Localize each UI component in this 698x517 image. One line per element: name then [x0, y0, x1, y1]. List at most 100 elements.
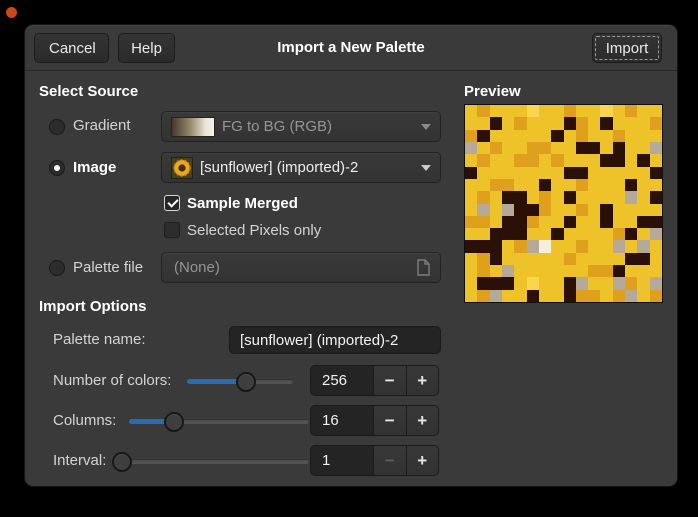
palette-cell: [514, 191, 526, 203]
palette-file-radio[interactable]: [49, 260, 65, 276]
preview-heading: Preview: [464, 82, 521, 102]
interval-plus-button[interactable]: +: [407, 445, 440, 476]
palette-cell: [637, 142, 649, 154]
palette-cell: [613, 142, 625, 154]
interval-slider[interactable]: [114, 459, 309, 464]
palette-cell: [588, 191, 600, 203]
palette-cell: [551, 179, 563, 191]
palette-cell: [588, 216, 600, 228]
palette-cell: [490, 290, 502, 302]
palette-cell: [551, 277, 563, 289]
palette-cell: [477, 191, 489, 203]
palette-cell: [637, 253, 649, 265]
palette-cell: [650, 240, 662, 252]
palette-cell: [600, 204, 612, 216]
palette-cell: [477, 204, 489, 216]
selected-pixels-label[interactable]: Selected Pixels only: [187, 221, 321, 241]
palette-cell: [650, 277, 662, 289]
image-select[interactable]: [sunflower] (imported)-2: [161, 152, 441, 183]
columns-plus-button[interactable]: +: [407, 405, 440, 436]
palette-cell: [490, 154, 502, 166]
gradient-radio[interactable]: [49, 119, 65, 135]
palette-cell: [600, 154, 612, 166]
palette-cell: [502, 142, 514, 154]
palette-cell: [613, 265, 625, 277]
palette-cell: [477, 117, 489, 129]
palette-cell: [637, 290, 649, 302]
columns-minus-button[interactable]: −: [374, 405, 407, 436]
columns-slider[interactable]: [129, 419, 309, 424]
palette-cell: [625, 240, 637, 252]
palette-cell: [564, 240, 576, 252]
palette-cell: [588, 290, 600, 302]
palette-cell: [600, 130, 612, 142]
slider-handle[interactable]: [236, 372, 256, 392]
palette-cell: [564, 253, 576, 265]
gradient-radio-label[interactable]: Gradient: [73, 116, 131, 136]
palette-cell: [477, 130, 489, 142]
palette-cell: [588, 105, 600, 117]
gradient-select-value: FG to BG (RGB): [222, 118, 414, 135]
palette-cell: [465, 179, 477, 191]
palette-cell: [637, 204, 649, 216]
palette-cell: [613, 130, 625, 142]
palette-cell: [551, 117, 563, 129]
palette-cell: [564, 179, 576, 191]
screen-background: Cancel Help Import a New Palette Import …: [0, 0, 698, 517]
number-of-colors-minus-button[interactable]: −: [374, 365, 407, 396]
palette-cell: [600, 277, 612, 289]
number-of-colors-value[interactable]: 256: [310, 365, 374, 396]
gradient-select[interactable]: FG to BG (RGB): [161, 111, 441, 142]
number-of-colors-plus-button[interactable]: +: [407, 365, 440, 396]
palette-cell: [576, 216, 588, 228]
palette-cell: [625, 117, 637, 129]
palette-cell: [551, 265, 563, 277]
palette-cell: [527, 154, 539, 166]
palette-cell: [551, 216, 563, 228]
palette-cell: [527, 130, 539, 142]
palette-cell: [539, 154, 551, 166]
image-radio[interactable]: [49, 160, 65, 176]
palette-cell: [527, 290, 539, 302]
palette-cell: [650, 105, 662, 117]
slider-handle[interactable]: [112, 452, 132, 472]
palette-cell: [625, 253, 637, 265]
import-options-heading: Import Options: [39, 297, 147, 317]
palette-cell: [613, 191, 625, 203]
sample-merged-checkbox[interactable]: [164, 195, 180, 211]
palette-cell: [502, 130, 514, 142]
palette-cell: [514, 277, 526, 289]
import-button[interactable]: Import: [592, 33, 662, 63]
palette-cell: [490, 277, 502, 289]
palette-cell: [637, 277, 649, 289]
palette-cell: [539, 204, 551, 216]
palette-cell: [502, 117, 514, 129]
palette-cell: [514, 253, 526, 265]
palette-name-input[interactable]: [sunflower] (imported)-2: [229, 326, 441, 354]
interval-value[interactable]: 1: [310, 445, 374, 476]
palette-cell: [564, 228, 576, 240]
dropdown-arrow-icon: [421, 165, 431, 171]
palette-cell: [465, 228, 477, 240]
palette-cell: [465, 265, 477, 277]
palette-file-radio-label[interactable]: Palette file: [73, 258, 143, 278]
palette-cell: [527, 117, 539, 129]
columns-value[interactable]: 16: [310, 405, 374, 436]
interval-minus-button[interactable]: −: [374, 445, 407, 476]
record-indicator-icon: [6, 7, 17, 18]
palette-cell: [650, 191, 662, 203]
selected-pixels-checkbox[interactable]: [164, 222, 180, 238]
palette-cell: [551, 204, 563, 216]
palette-cell: [514, 167, 526, 179]
palette-file-chooser[interactable]: (None): [161, 252, 441, 283]
palette-cell: [527, 240, 539, 252]
palette-cell: [600, 290, 612, 302]
palette-cell: [588, 167, 600, 179]
sample-merged-label[interactable]: Sample Merged: [187, 194, 298, 214]
palette-cell: [588, 154, 600, 166]
palette-cell: [539, 253, 551, 265]
slider-handle[interactable]: [164, 412, 184, 432]
palette-cell: [514, 228, 526, 240]
image-radio-label[interactable]: Image: [73, 158, 116, 178]
number-of-colors-slider[interactable]: [187, 379, 293, 384]
